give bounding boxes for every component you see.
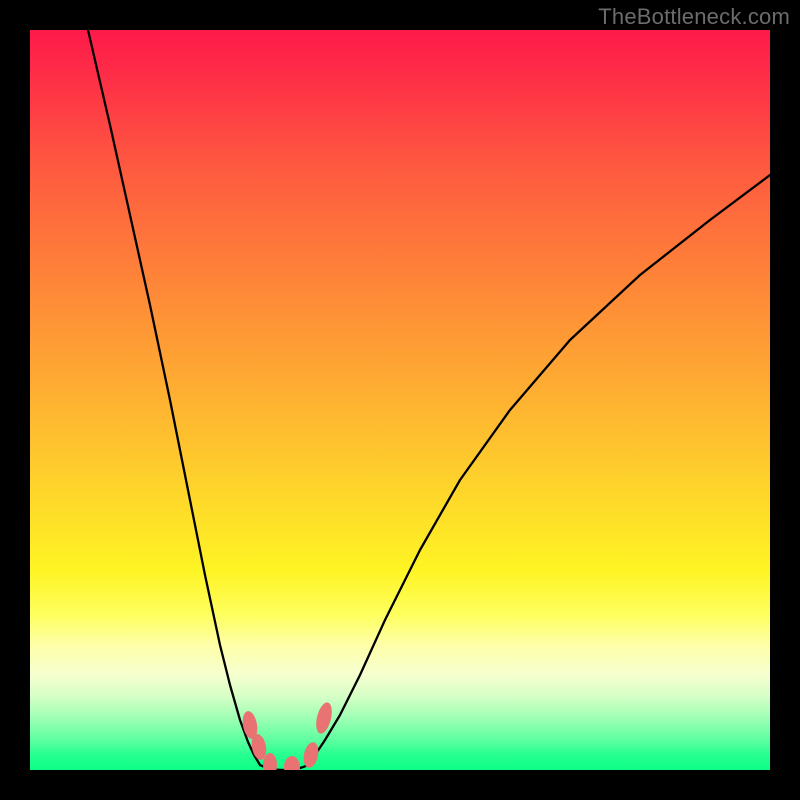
- valley-markers: [241, 701, 335, 770]
- curve-left-branch: [88, 30, 260, 765]
- curve-right-branch: [308, 175, 770, 765]
- marker-dot: [284, 756, 300, 770]
- chart-container: TheBottleneck.com: [0, 0, 800, 800]
- marker-dot: [301, 741, 320, 769]
- curve-layer: [30, 30, 770, 770]
- plot-area: [30, 30, 770, 770]
- watermark-text: TheBottleneck.com: [598, 4, 790, 30]
